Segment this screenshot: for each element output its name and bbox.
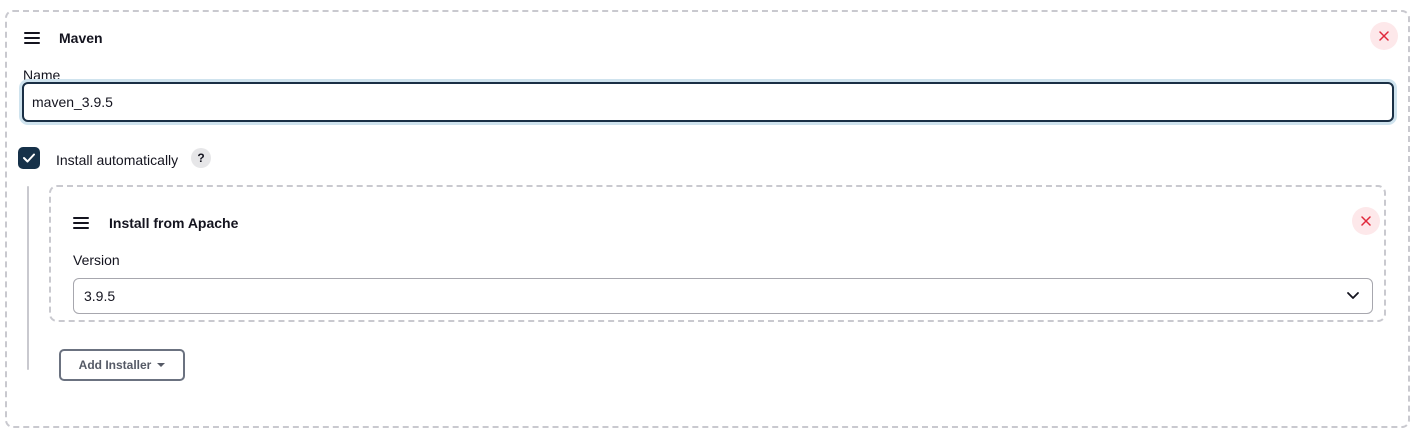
version-label: Version <box>73 252 120 268</box>
version-select[interactable]: 3.9.5 <box>73 278 1373 314</box>
tool-title: Maven <box>59 30 103 46</box>
add-installer-label: Add Installer <box>78 358 152 372</box>
close-icon[interactable] <box>1352 207 1380 235</box>
installer-title: Install from Apache <box>109 215 239 231</box>
name-input-focus-ring <box>19 79 1397 125</box>
install-automatically-checkbox[interactable] <box>18 147 40 169</box>
chevron-down-icon <box>1347 292 1359 299</box>
checkmark-icon <box>23 153 35 163</box>
nest-indicator <box>27 186 29 370</box>
version-value: 3.9.5 <box>84 288 116 304</box>
install-automatically-label: Install automatically <box>56 152 179 168</box>
close-icon[interactable] <box>1370 22 1398 50</box>
add-installer-button[interactable]: Add Installer <box>59 349 185 381</box>
drag-handle-icon[interactable] <box>24 32 40 44</box>
drag-handle-icon[interactable] <box>73 217 89 229</box>
help-icon[interactable]: ? <box>191 148 211 168</box>
caret-down-icon <box>157 363 166 367</box>
name-input[interactable] <box>22 82 1394 122</box>
